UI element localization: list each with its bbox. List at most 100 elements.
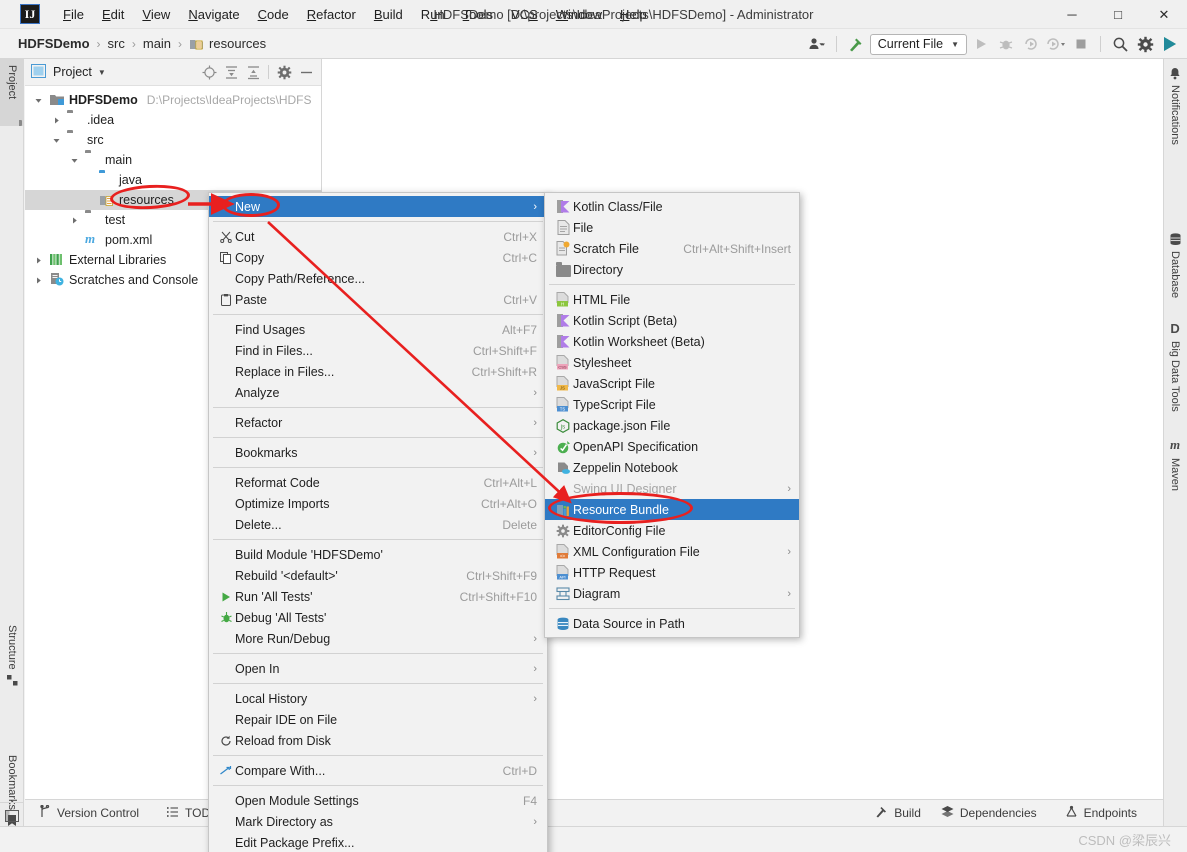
menu-help[interactable]: Help [611, 4, 656, 25]
bottom-item-build[interactable]: Build [861, 805, 927, 821]
gear-icon[interactable] [275, 63, 293, 81]
bottom-item-endpoints[interactable]: Endpoints [1051, 805, 1163, 821]
menu-item-build-module[interactable]: Build Module 'HDFSDemo' [209, 544, 547, 565]
menu-build[interactable]: Build [365, 4, 412, 25]
submenu-item-html-file[interactable]: H HTML File [545, 289, 799, 310]
breadcrumb-item-src[interactable]: src [104, 35, 129, 52]
stop-icon[interactable] [1070, 33, 1092, 55]
chevron-right-icon[interactable] [31, 276, 45, 285]
minimize-icon[interactable]: ─ [1049, 0, 1095, 29]
sidebar-item-big-data-tools[interactable]: D Big Data Tools [1163, 315, 1187, 418]
sidebar-item-project[interactable]: Project [0, 59, 24, 127]
chevron-right-icon[interactable] [31, 256, 45, 265]
run-with-coverage-icon[interactable] [1020, 33, 1042, 55]
updates-icon[interactable] [1159, 33, 1181, 55]
tree-node-idea[interactable]: .idea [25, 110, 321, 130]
menu-item-find-in-files[interactable]: Find in Files... Ctrl+Shift+F [209, 340, 547, 361]
menu-edit[interactable]: Edit [93, 4, 133, 25]
chevron-down-icon[interactable] [67, 156, 81, 165]
menu-item-refactor[interactable]: Refactor › [209, 412, 547, 433]
breadcrumb-item-main[interactable]: main [139, 35, 175, 52]
menu-item-cut[interactable]: Cut Ctrl+X [209, 226, 547, 247]
menu-item-repair-ide-on-file[interactable]: Repair IDE on File [209, 709, 547, 730]
bottom-item-dependencies[interactable]: Dependencies [927, 805, 1051, 821]
menu-item-open-module-settings[interactable]: Open Module Settings F4 [209, 790, 547, 811]
user-account-icon[interactable] [806, 33, 828, 55]
bottom-item-version-control[interactable]: Version Control [25, 804, 153, 821]
expand-all-icon[interactable] [222, 63, 240, 81]
sidebar-item-database[interactable]: Database [1163, 227, 1187, 304]
menu-bar[interactable]: File Edit View Navigate Code Refactor Bu… [54, 4, 656, 25]
hide-panel-icon[interactable] [297, 63, 315, 81]
submenu-item-xml-configuration-file[interactable]: <> XML Configuration File › [545, 541, 799, 562]
profiler-icon[interactable] [1045, 33, 1067, 55]
run-icon[interactable] [970, 33, 992, 55]
menu-navigate[interactable]: Navigate [179, 4, 248, 25]
chevron-down-icon[interactable]: ▼ [98, 68, 106, 77]
menu-item-more-run-debug[interactable]: More Run/Debug › [209, 628, 547, 649]
breadcrumb-item-project[interactable]: HDFSDemo [14, 35, 94, 52]
menu-item-delete[interactable]: Delete... Delete [209, 514, 547, 535]
submenu-item-file[interactable]: File [545, 217, 799, 238]
window-controls[interactable]: ─ □ ✕ [1049, 0, 1187, 29]
sidebar-item-notifications[interactable]: Notifications [1163, 61, 1187, 151]
submenu-item-javascript-file[interactable]: JS JavaScript File [545, 373, 799, 394]
chevron-down-icon[interactable] [49, 136, 63, 145]
menu-item-analyze[interactable]: Analyze › [209, 382, 547, 403]
gear-icon[interactable] [1134, 33, 1156, 55]
submenu-item-kotlin-script[interactable]: Kotlin Script (Beta) [545, 310, 799, 331]
menu-item-rebuild[interactable]: Rebuild '<default>' Ctrl+Shift+F9 [209, 565, 547, 586]
chevron-right-icon[interactable] [49, 116, 63, 125]
submenu-item-data-source-in-path[interactable]: Data Source in Path [545, 613, 799, 634]
menu-item-run-all-tests[interactable]: Run 'All Tests' Ctrl+Shift+F10 [209, 586, 547, 607]
submenu-item-editorconfig-file[interactable]: EditorConfig File [545, 520, 799, 541]
run-configuration-selector[interactable]: Current File ▼ [869, 33, 967, 55]
menu-item-mark-directory-as[interactable]: Mark Directory as › [209, 811, 547, 832]
close-icon[interactable]: ✕ [1141, 0, 1187, 29]
breadcrumb-item-resources[interactable]: resources [185, 35, 270, 53]
menu-view[interactable]: View [133, 4, 179, 25]
menu-window[interactable]: Window [547, 4, 611, 25]
menu-code[interactable]: Code [249, 4, 298, 25]
submenu-item-scratch-file[interactable]: Scratch File Ctrl+Alt+Shift+Insert [545, 238, 799, 259]
menu-refactor[interactable]: Refactor [298, 4, 365, 25]
menu-item-local-history[interactable]: Local History › [209, 688, 547, 709]
menu-file[interactable]: File [54, 4, 93, 25]
submenu-item-http-request[interactable]: API HTTP Request [545, 562, 799, 583]
menu-item-edit-package-prefix[interactable]: Edit Package Prefix... [209, 832, 547, 852]
tree-node-src[interactable]: src [25, 130, 321, 150]
submenu-item-diagram[interactable]: Diagram › [545, 583, 799, 604]
breadcrumb[interactable]: HDFSDemo › src › main › resources [0, 35, 270, 53]
build-hammer-icon[interactable] [845, 33, 867, 55]
menu-item-copy[interactable]: Copy Ctrl+C [209, 247, 547, 268]
menu-item-debug-all-tests[interactable]: Debug 'All Tests' [209, 607, 547, 628]
tree-node-main[interactable]: main [25, 150, 321, 170]
chevron-right-icon[interactable] [67, 216, 81, 225]
submenu-item-kotlin-class-file[interactable]: Kotlin Class/File [545, 196, 799, 217]
submenu-item-typescript-file[interactable]: TS TypeScript File [545, 394, 799, 415]
submenu-item-directory[interactable]: Directory [545, 259, 799, 280]
search-icon[interactable] [1109, 33, 1131, 55]
menu-tools[interactable]: Tools [454, 4, 502, 25]
tree-node-hdfsdemo[interactable]: HDFSDemo D:\Projects\IdeaProjects\HDFS [25, 90, 321, 110]
scroll-from-source-icon[interactable] [200, 63, 218, 81]
menu-item-reload-from-disk[interactable]: Reload from Disk [209, 730, 547, 751]
menu-vcs[interactable]: VCS [502, 4, 547, 25]
menu-item-copy-path-reference[interactable]: Copy Path/Reference... [209, 268, 547, 289]
debug-icon[interactable] [995, 33, 1017, 55]
sidebar-item-maven[interactable]: m Maven [1163, 431, 1187, 497]
submenu-item-openapi-specification[interactable]: OpenAPI Specification [545, 436, 799, 457]
layout-toggle-button[interactable] [0, 802, 24, 828]
submenu-item-zeppelin-notebook[interactable]: Zeppelin Notebook [545, 457, 799, 478]
menu-item-replace-in-files[interactable]: Replace in Files... Ctrl+Shift+R [209, 361, 547, 382]
menu-item-compare-with[interactable]: Compare With... Ctrl+D [209, 760, 547, 781]
submenu-item-package-json-file[interactable]: js package.json File [545, 415, 799, 436]
submenu-item-kotlin-worksheet[interactable]: Kotlin Worksheet (Beta) [545, 331, 799, 352]
menu-item-reformat-code[interactable]: Reformat Code Ctrl+Alt+L [209, 472, 547, 493]
maximize-icon[interactable]: □ [1095, 0, 1141, 29]
menu-item-open-in[interactable]: Open In › [209, 658, 547, 679]
sidebar-item-structure[interactable]: Structure [0, 619, 24, 692]
menu-run[interactable]: Run [412, 4, 454, 25]
submenu-item-stylesheet[interactable]: CSS Stylesheet [545, 352, 799, 373]
collapse-all-icon[interactable] [244, 63, 262, 81]
